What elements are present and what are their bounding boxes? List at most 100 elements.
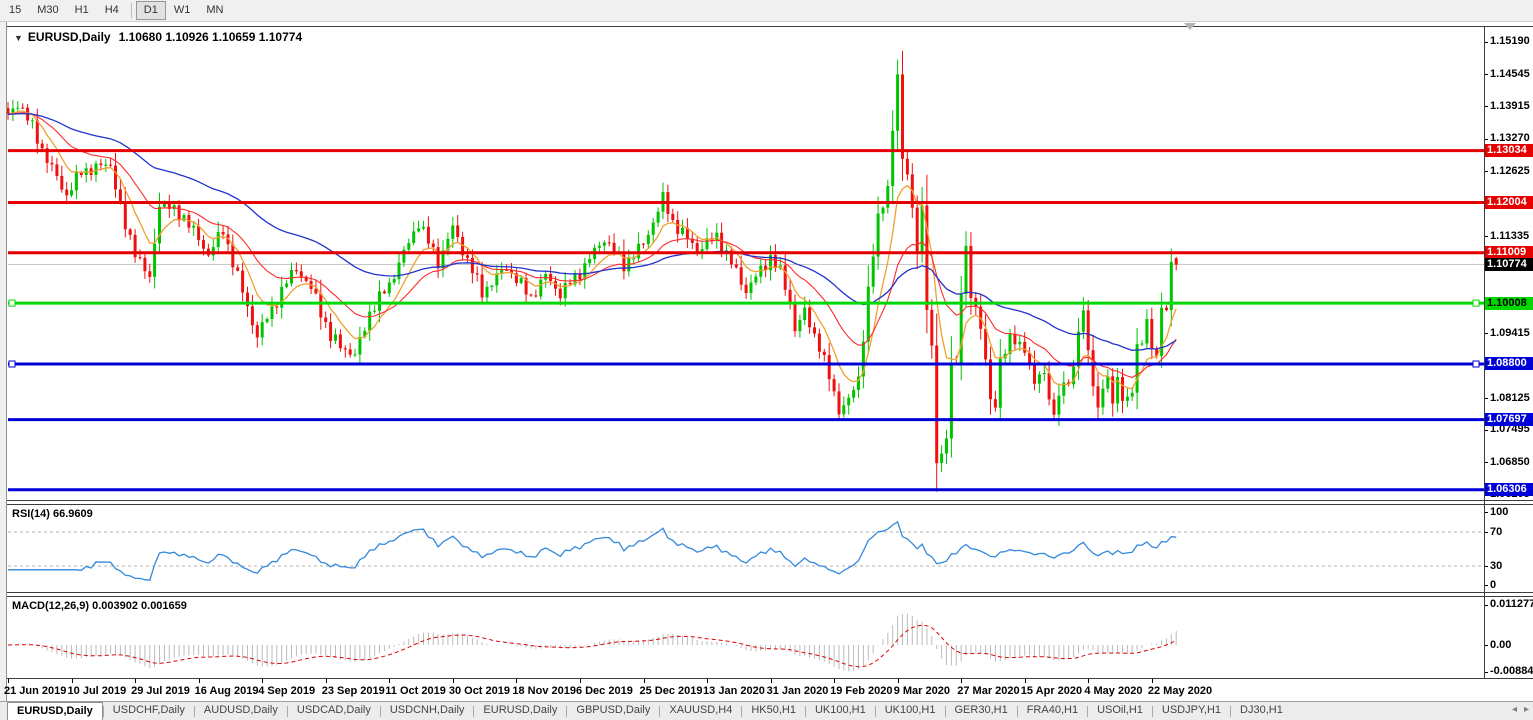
timeframe-w1-button[interactable]: W1 bbox=[166, 1, 199, 20]
date-axis-label: 23 Sep 2019 bbox=[322, 685, 385, 697]
timeframe-d1-button[interactable]: D1 bbox=[136, 1, 166, 20]
main-chart-canvas[interactable] bbox=[7, 26, 1484, 500]
rsi-macd-splitter-bottom[interactable] bbox=[7, 596, 1533, 597]
symbol-dropdown-icon[interactable]: ▼ bbox=[14, 33, 23, 43]
date-axis-tickmark bbox=[326, 679, 327, 683]
macd-panel-bottom-border bbox=[7, 678, 1533, 679]
tab-dj30-h1[interactable]: DJ30,H1 bbox=[1231, 702, 1292, 720]
date-axis-tickmark bbox=[72, 679, 73, 683]
price-axis-tick: 1.13915 bbox=[1490, 100, 1530, 113]
tab-eurusd-daily[interactable]: EURUSD,Daily bbox=[7, 702, 103, 720]
date-axis-label: 19 Feb 2020 bbox=[830, 685, 892, 697]
date-axis-tickmark bbox=[961, 679, 962, 683]
tab-hk50-h1[interactable]: HK50,H1 bbox=[742, 702, 805, 720]
line-handle[interactable] bbox=[9, 361, 15, 367]
tab-usdcad-daily[interactable]: USDCAD,Daily bbox=[288, 702, 380, 720]
date-axis-label: 15 Apr 2020 bbox=[1021, 685, 1082, 697]
tabbar-scroll-right-icon[interactable]: ▸ bbox=[1524, 704, 1529, 715]
tab-usdcnh-daily[interactable]: USDCNH,Daily bbox=[381, 702, 474, 720]
date-axis-tickmark bbox=[389, 679, 390, 683]
macd-indicator-panel[interactable]: MACD(12,26,9) 0.003902 0.001659 bbox=[7, 596, 1484, 678]
date-axis-tickmark bbox=[1152, 679, 1153, 683]
timeframe-h1-button[interactable]: H1 bbox=[67, 1, 97, 20]
tab-usdjpy-h1[interactable]: USDJPY,H1 bbox=[1153, 702, 1230, 720]
macd-axis-tick: 0.011277 bbox=[1490, 598, 1533, 611]
chart-tab-bar: EURUSD,DailyUSDCHF,DailyAUDUSD,DailyUSDC… bbox=[0, 701, 1533, 720]
ma-mid-line bbox=[8, 113, 1176, 378]
line-handle[interactable] bbox=[1473, 300, 1479, 306]
line-handle[interactable] bbox=[1473, 361, 1479, 367]
date-axis-tickmark bbox=[262, 679, 263, 683]
date-axis-label: 16 Aug 2019 bbox=[195, 685, 259, 697]
date-axis-tickmark bbox=[516, 679, 517, 683]
window-left-edge bbox=[0, 22, 7, 701]
line-handle[interactable] bbox=[9, 300, 15, 306]
tab-audusd-daily[interactable]: AUDUSD,Daily bbox=[195, 702, 287, 720]
date-axis-tickmark bbox=[580, 679, 581, 683]
tab-usoil-h1[interactable]: USOil,H1 bbox=[1088, 702, 1152, 720]
tabbar-scroll-left-icon[interactable]: ◂ bbox=[1512, 704, 1517, 715]
timeframe-h4-button[interactable]: H4 bbox=[97, 1, 127, 20]
rsi-canvas[interactable] bbox=[7, 504, 1484, 592]
level-price-badge: 1.13034 bbox=[1484, 144, 1533, 157]
tab-fra40-h1[interactable]: FRA40,H1 bbox=[1018, 702, 1087, 720]
date-axis-tickmark bbox=[8, 679, 9, 683]
chart-symbol-label: EURUSD,Daily bbox=[28, 30, 111, 44]
date-axis-label: 30 Oct 2019 bbox=[449, 685, 510, 697]
toolbar-separator bbox=[131, 3, 132, 18]
timeframe-toolbar: 15M30H1H4 D1W1MN bbox=[0, 0, 1533, 22]
main-chart-panel[interactable]: ▼ EURUSD,Daily 1.10680 1.10926 1.10659 1.1… bbox=[7, 26, 1484, 500]
date-axis-label: 10 Jul 2019 bbox=[68, 685, 127, 697]
chart-shift-marker-icon bbox=[1184, 23, 1196, 30]
date-axis-label: 27 Mar 2020 bbox=[957, 685, 1019, 697]
date-axis-tickmark bbox=[453, 679, 454, 683]
rsi-axis-tick: 0 bbox=[1490, 579, 1496, 592]
price-axis-column: 1.151901.145451.139151.132701.126251.113… bbox=[1484, 22, 1533, 678]
price-axis-tick: 1.11335 bbox=[1490, 230, 1529, 243]
price-axis-tick: 1.14545 bbox=[1490, 68, 1530, 81]
macd-axis-tick: 0.00 bbox=[1490, 639, 1511, 652]
date-axis-label: 21 Jun 2019 bbox=[4, 685, 66, 697]
timeframe-15-button[interactable]: 15 bbox=[1, 1, 29, 20]
level-price-badge: 1.07697 bbox=[1484, 413, 1533, 426]
level-price-badge: 1.06306 bbox=[1484, 483, 1533, 496]
date-axis-label: 31 Jan 2020 bbox=[767, 685, 829, 697]
main-rsi-splitter-bottom[interactable] bbox=[7, 504, 1533, 505]
macd-label: MACD(12,26,9) 0.003902 0.001659 bbox=[12, 600, 187, 612]
tab-uk100-h1[interactable]: UK100,H1 bbox=[876, 702, 945, 720]
rsi-axis-tick: 70 bbox=[1490, 526, 1502, 539]
rsi-line bbox=[8, 522, 1176, 580]
chart-ohlc-values: 1.10680 1.10926 1.10659 1.10774 bbox=[119, 30, 303, 44]
main-rsi-splitter-top[interactable] bbox=[7, 500, 1533, 501]
date-axis-label: 18 Nov 2019 bbox=[512, 685, 576, 697]
price-axis-tick: 1.12625 bbox=[1490, 165, 1530, 178]
timeframe-mn-button[interactable]: MN bbox=[198, 1, 231, 20]
tab-ger30-h1[interactable]: GER30,H1 bbox=[946, 702, 1017, 720]
date-axis-label: 13 Jan 2020 bbox=[703, 685, 765, 697]
tab-eurusd-daily[interactable]: EURUSD,Daily bbox=[474, 702, 566, 720]
tab-usdchf-daily[interactable]: USDCHF,Daily bbox=[104, 702, 194, 720]
chart-title: ▼ EURUSD,Daily 1.10680 1.10926 1.10659 1.1… bbox=[14, 30, 302, 44]
date-axis-label: 11 Oct 2019 bbox=[385, 685, 446, 697]
rsi-indicator-panel[interactable]: RSI(14) 66.9609 bbox=[7, 504, 1484, 592]
chart-tabs: EURUSD,DailyUSDCHF,DailyAUDUSD,DailyUSDC… bbox=[0, 702, 1533, 720]
rsi-macd-splitter-top[interactable] bbox=[7, 592, 1533, 593]
date-axis-label: 4 Sep 2019 bbox=[258, 685, 315, 697]
timeframe-m30-button[interactable]: M30 bbox=[29, 1, 66, 20]
tab-xauusd-h4[interactable]: XAUUSD,H4 bbox=[660, 702, 741, 720]
date-axis-tickmark bbox=[771, 679, 772, 683]
macd-histogram bbox=[8, 614, 1176, 671]
date-axis-tickmark bbox=[898, 679, 899, 683]
tab-gbpusd-daily[interactable]: GBPUSD,Daily bbox=[567, 702, 659, 720]
date-axis-tickmark bbox=[1088, 679, 1089, 683]
rsi-axis-tick: 30 bbox=[1490, 560, 1502, 573]
macd-signal-line bbox=[8, 625, 1176, 667]
macd-canvas[interactable] bbox=[7, 596, 1484, 678]
date-axis-label: 22 May 2020 bbox=[1148, 685, 1212, 697]
price-axis-tick: 1.06850 bbox=[1490, 456, 1530, 469]
date-axis-tickmark bbox=[707, 679, 708, 683]
rsi-label: RSI(14) 66.9609 bbox=[12, 508, 93, 520]
tab-uk100-h1[interactable]: UK100,H1 bbox=[806, 702, 875, 720]
level-price-badge: 1.12004 bbox=[1484, 196, 1533, 209]
date-axis-tickmark bbox=[199, 679, 200, 683]
